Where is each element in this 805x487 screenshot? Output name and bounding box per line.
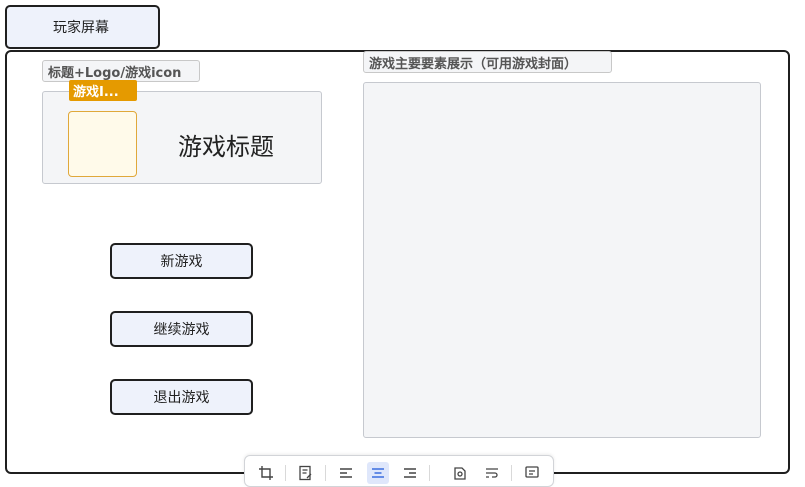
exit-game-button[interactable]: 退出游戏	[110, 379, 253, 415]
edit-note-icon[interactable]	[295, 462, 317, 484]
game-cover-panel[interactable]	[363, 82, 761, 438]
floating-toolbar	[244, 455, 554, 487]
text-wrap-icon[interactable]	[481, 462, 503, 484]
crop-icon[interactable]	[255, 462, 277, 484]
cover-group-tag[interactable]: 游戏主要要素展示（可用游戏封面）	[363, 51, 612, 73]
comment-icon[interactable]	[521, 462, 543, 484]
continue-game-button[interactable]: 继续游戏	[110, 311, 253, 347]
new-game-button[interactable]: 新游戏	[110, 243, 253, 279]
game-icon-tag[interactable]: 游戏I...	[69, 80, 137, 101]
game-title: 游戏标题	[178, 133, 274, 161]
link-edit-icon[interactable]	[449, 462, 471, 484]
game-icon-placeholder[interactable]	[68, 111, 137, 177]
align-left-icon[interactable]	[335, 462, 357, 484]
align-center-icon[interactable]	[367, 462, 389, 484]
screen-tab-label[interactable]: 玩家屏幕	[5, 5, 160, 49]
title-logo-group-tag[interactable]: 标题+Logo/游戏icon	[42, 60, 200, 82]
align-right-icon[interactable]	[399, 462, 421, 484]
